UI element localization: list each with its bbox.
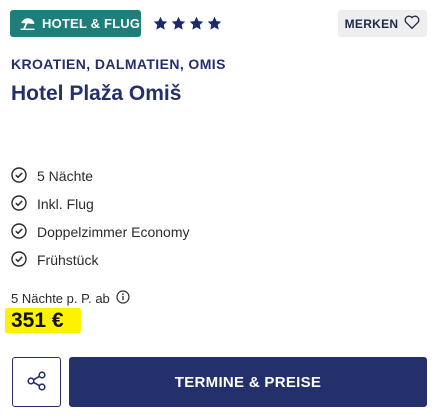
feature-item: Doppelzimmer Economy (11, 218, 190, 246)
check-circle-icon (11, 250, 37, 270)
hotel-name[interactable]: Hotel Plaža Omiš (11, 82, 181, 106)
check-circle-icon (11, 194, 37, 214)
dates-and-prices-button[interactable]: TERMINE & PREISE (69, 357, 427, 407)
bookmark-button[interactable]: MERKEN (338, 10, 427, 37)
feature-label: Inkl. Flug (37, 196, 94, 212)
badge-label: HOTEL & FLUG (42, 16, 141, 31)
star-icon (206, 15, 223, 32)
check-circle-icon (11, 222, 37, 242)
feature-label: Doppelzimmer Economy (37, 224, 190, 240)
star-icon (152, 15, 169, 32)
feature-label: Frühstück (37, 252, 99, 268)
feature-item: 5 Nächte (11, 162, 190, 190)
bookmark-label: MERKEN (344, 16, 399, 31)
price-caption-text: 5 Nächte p. P. ab (11, 291, 110, 306)
price-value: 351 € (11, 309, 64, 332)
heart-outline-icon (404, 15, 420, 32)
product-type-badge: HOTEL & FLUG (10, 10, 141, 37)
star-icon (170, 15, 187, 32)
hotel-location: KROATIEN, DALMATIEN, OMIS (11, 56, 226, 72)
feature-label: 5 Nächte (37, 168, 94, 184)
star-icon (188, 15, 205, 32)
share-button[interactable] (12, 357, 61, 407)
feature-item: Inkl. Flug (11, 190, 190, 218)
star-rating (152, 15, 223, 32)
feature-item: Frühstück (11, 246, 190, 274)
check-circle-icon (11, 166, 37, 186)
info-icon[interactable] (116, 290, 130, 307)
feature-list: 5 Nächte Inkl. Flug Doppelzimmer Economy… (11, 162, 190, 274)
price-caption: 5 Nächte p. P. ab (11, 290, 130, 307)
share-icon (26, 370, 48, 395)
beach-umbrella-icon (20, 17, 35, 30)
